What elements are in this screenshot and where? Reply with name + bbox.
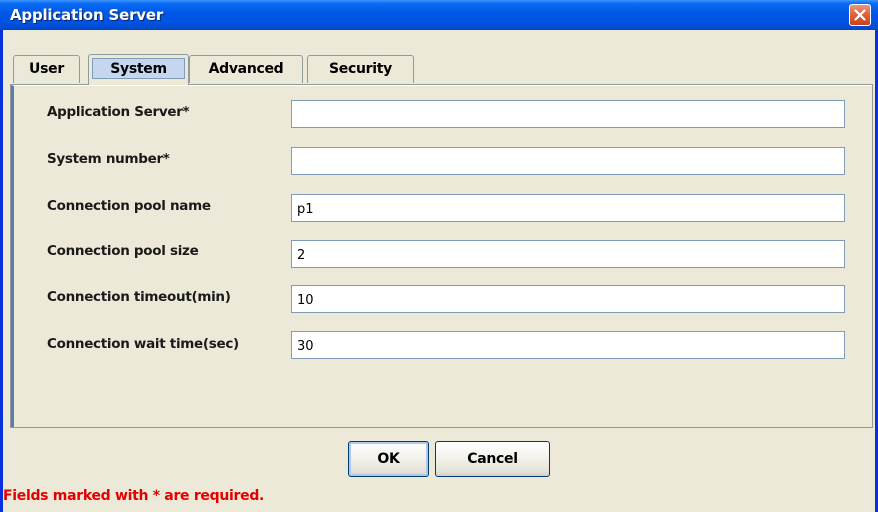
ok-button[interactable]: OK — [348, 441, 429, 477]
cancel-button[interactable]: Cancel — [435, 441, 550, 477]
title-bar[interactable]: Application Server — [0, 0, 878, 30]
tab-security[interactable]: Security — [307, 55, 414, 83]
tab-advanced-label: Advanced — [208, 61, 284, 77]
connection-timeout-input[interactable]: 10 — [291, 285, 845, 313]
required-fields-note: Fields marked with * are required. — [3, 488, 265, 504]
tab-system-focus: System — [92, 58, 185, 79]
window-title: Application Server — [10, 6, 164, 24]
tab-system[interactable]: System — [88, 54, 189, 85]
close-icon — [854, 9, 866, 21]
close-button[interactable] — [849, 4, 871, 26]
tab-user-label: User — [29, 61, 64, 77]
tab-system-label: System — [110, 61, 167, 77]
tab-user[interactable]: User — [13, 55, 80, 83]
connection-pool-size-input[interactable]: 2 — [291, 240, 845, 268]
cancel-button-label: Cancel — [467, 451, 518, 467]
ok-button-label: OK — [377, 451, 400, 467]
tab-security-label: Security — [329, 61, 392, 77]
connection-pool-name-input[interactable]: p1 — [291, 194, 845, 222]
system-number-input[interactable] — [291, 147, 845, 175]
application-server-input[interactable] — [291, 100, 845, 128]
connection-wait-time-input[interactable]: 30 — [291, 331, 845, 359]
application-server-dialog: Application Server User System Advanced … — [0, 0, 878, 512]
window-border-left — [0, 30, 3, 512]
tab-advanced[interactable]: Advanced — [189, 55, 303, 83]
